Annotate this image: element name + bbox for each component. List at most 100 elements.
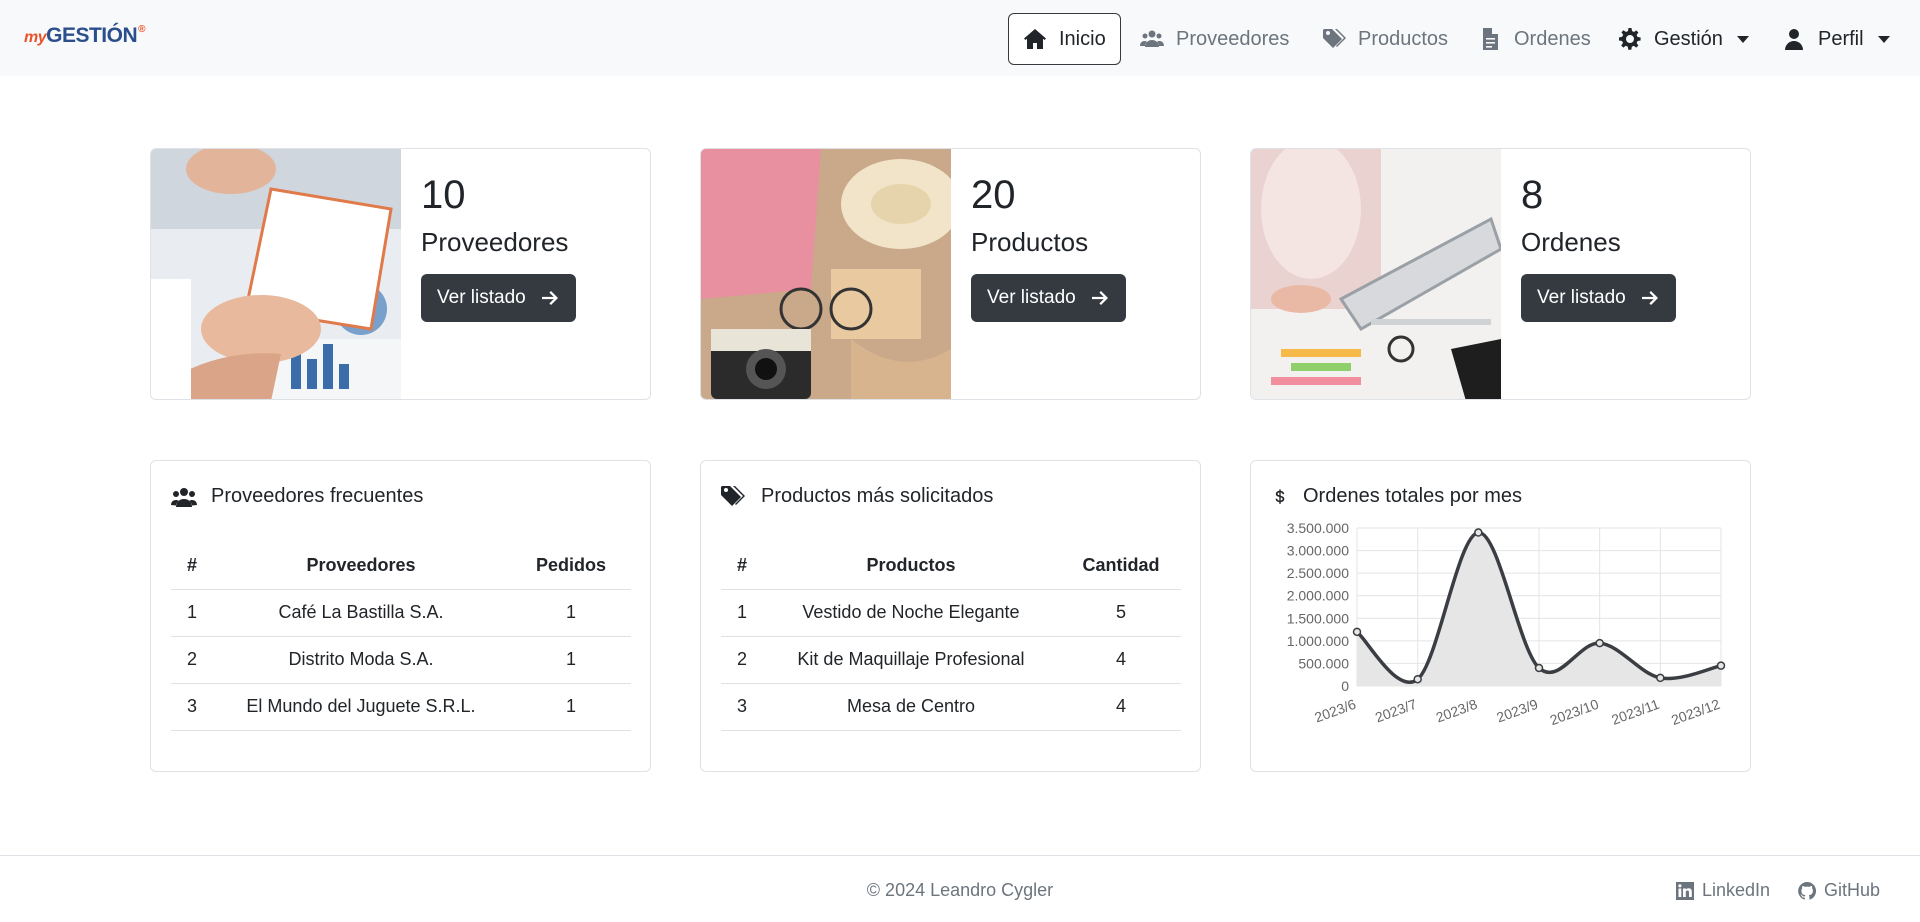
gear-icon [1619, 28, 1641, 50]
table-cell: 1 [511, 636, 631, 684]
button-label: Ver listado [987, 287, 1076, 308]
nav-label: Inicio [1059, 27, 1106, 50]
table-cell: Vestido de Noche Elegante [761, 589, 1061, 637]
table-cell: 2 [721, 636, 761, 684]
productos-solicitados-card: Productos más solicitados # Productos Ca… [700, 460, 1201, 772]
x-tick-label: 2023/6 [1312, 696, 1358, 726]
table-cell: El Mundo del Juguete S.R.L. [211, 683, 511, 731]
table-header-row: # Productos Cantidad [721, 543, 1181, 590]
table-row: 1 Vestido de Noche Elegante 5 [721, 589, 1181, 637]
stat-label: Ordenes [1521, 227, 1621, 257]
link-label: LinkedIn [1702, 880, 1771, 900]
table-cell: 4 [1061, 636, 1181, 684]
nav-perfil-dropdown[interactable]: Perfil [1768, 13, 1904, 65]
column-header: # [171, 543, 211, 590]
table-row: 3 Mesa de Centro 4 [721, 683, 1181, 731]
table-header-row: # Proveedores Pedidos [171, 543, 631, 590]
nav-label: Productos [1358, 27, 1449, 50]
tags-icon [1323, 29, 1346, 48]
github-link[interactable]: GitHub [1798, 880, 1880, 901]
table-cell: Kit de Maquillaje Profesional [761, 636, 1061, 684]
link-label: GitHub [1824, 880, 1881, 900]
data-point [1656, 673, 1665, 683]
data-point [1716, 661, 1726, 670]
arrow-right-icon [1091, 291, 1108, 305]
x-tick-label: 2023/8 [1434, 696, 1480, 726]
arrow-right-icon [1641, 291, 1658, 305]
stat-count: 8 [1521, 173, 1544, 217]
column-header: Cantidad [1061, 543, 1181, 590]
stat-card-productos: 20 Productos Ver listado [700, 148, 1201, 400]
table-cell: 1 [171, 589, 211, 637]
stat-count: 20 [971, 173, 1016, 217]
proveedores-table: # Proveedores Pedidos 1 Café La Bastilla… [171, 543, 631, 731]
data-point [1474, 528, 1483, 537]
y-tick-label: 500.000 [1298, 655, 1349, 671]
ver-listado-button[interactable]: Ver listado [1521, 274, 1676, 322]
data-point [1413, 674, 1422, 684]
column-header: # [721, 543, 761, 590]
ordenes-chart-card: Ordenes totales por mes 0 500.000 1.000.00… [1250, 460, 1751, 772]
table-cell: 1 [511, 589, 631, 637]
column-header: Proveedores [211, 543, 511, 590]
meeting-image [151, 149, 401, 399]
products-image [701, 149, 951, 399]
stat-label: Proveedores [421, 227, 569, 257]
nav-gestion-dropdown[interactable]: Gestión [1604, 13, 1763, 65]
table-cell: 1 [721, 589, 761, 637]
orders-image [1251, 149, 1501, 399]
stat-card-proveedores: 10 Proveedores Ver listado [150, 148, 651, 400]
table-cell: Distrito Moda S.A. [211, 636, 511, 684]
y-tick-label: 1.000.000 [1287, 633, 1349, 649]
table-cell: Café La Bastilla S.A. [211, 589, 511, 637]
table-cell: 2 [171, 636, 211, 684]
nav-inicio[interactable]: Inicio [1008, 13, 1121, 65]
nav-productos[interactable]: Productos [1308, 13, 1462, 65]
caret-down-icon [1736, 35, 1749, 43]
stat-card-ordenes: 8 Ordenes Ver listado [1250, 148, 1751, 400]
nav-proveedores[interactable]: Proveedores [1126, 13, 1303, 65]
home-icon [1024, 29, 1046, 49]
x-tick-label: 2023/11 [1609, 696, 1661, 728]
column-header: Pedidos [511, 543, 631, 590]
card-title: Proveedores frecuentes [211, 485, 424, 507]
github-icon [1798, 881, 1816, 900]
brand-logo[interactable]: myGESTIÓN® [24, 24, 146, 48]
table-cell: 1 [511, 683, 631, 731]
dollar-icon [1275, 488, 1285, 504]
caret-down-icon [1877, 35, 1890, 43]
y-tick-label: 2.500.000 [1287, 565, 1349, 581]
y-tick-label: 1.500.000 [1287, 610, 1349, 626]
table-cell: 4 [1061, 683, 1181, 731]
productos-table: # Productos Cantidad 1 Vestido de Noche … [721, 543, 1181, 731]
nav-label: Gestión [1654, 27, 1723, 50]
y-tick-label: 2.000.000 [1287, 588, 1349, 604]
data-point [1352, 627, 1362, 637]
card-title: Ordenes totales por mes [1303, 485, 1522, 507]
table-row: 1 Café La Bastilla S.A. 1 [171, 589, 631, 637]
arrow-right-icon [541, 291, 558, 305]
copyright-text: © 2024 Leandro Cygler [866, 880, 1054, 900]
file-icon [1483, 28, 1498, 50]
user-icon [1785, 29, 1803, 50]
button-label: Ver listado [1537, 287, 1626, 308]
tags-icon [721, 485, 745, 506]
y-tick-label: 3.000.000 [1287, 543, 1349, 559]
ver-listado-button[interactable]: Ver listado [421, 274, 576, 322]
nav-ordenes[interactable]: Ordenes [1464, 13, 1605, 65]
button-label: Ver listado [437, 287, 526, 308]
table-cell: 3 [721, 683, 761, 731]
table-row: 2 Distrito Moda S.A. 1 [171, 636, 631, 684]
linkedin-link[interactable]: LinkedIn [1676, 880, 1770, 901]
navbar: myGESTIÓN® Inicio Proveedores Productos … [0, 0, 1920, 76]
users-icon [171, 487, 197, 507]
stat-count: 10 [421, 173, 466, 217]
ver-listado-button[interactable]: Ver listado [971, 274, 1126, 322]
nav-label: Proveedores [1176, 27, 1290, 50]
table-row: 2 Kit de Maquillaje Profesional 4 [721, 636, 1181, 684]
x-tick-label: 2023/9 [1494, 696, 1540, 726]
proveedores-frecuentes-card: Proveedores frecuentes # Proveedores Ped… [150, 460, 651, 772]
table-cell: Mesa de Centro [761, 683, 1061, 731]
data-point [1534, 663, 1544, 673]
table-cell: 5 [1061, 589, 1181, 637]
